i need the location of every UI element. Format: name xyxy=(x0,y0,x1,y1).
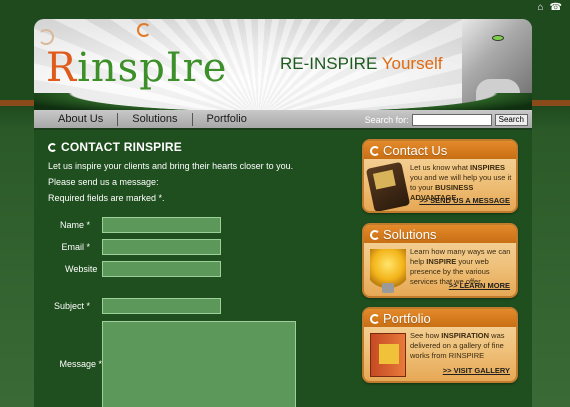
solutions-card[interactable]: Solutions Learn how many ways we can hel… xyxy=(362,223,518,298)
lightbulb-icon xyxy=(370,249,406,293)
logo-swirl-icon-2 xyxy=(137,23,151,37)
email-label: Email * xyxy=(61,242,90,252)
contact-intro: Let us inspire your clients and bring th… xyxy=(48,161,294,171)
card-title: Portfolio xyxy=(370,311,431,326)
portfolio-text: See how INSPIRATION was delivered on a g… xyxy=(410,331,514,361)
nav-items: About Us Solutions Portfolio xyxy=(44,113,261,126)
top-utility-icons: ⌂ ☎ xyxy=(537,3,562,13)
nav-item-solutions[interactable]: Solutions xyxy=(118,113,193,126)
logo-text: inspIre xyxy=(77,45,228,91)
phone-icon[interactable]: ☎ xyxy=(550,3,562,13)
message-label: Message * xyxy=(59,359,102,369)
spiral-icon xyxy=(370,145,380,156)
site-logo[interactable]: RinspIre xyxy=(46,45,227,91)
contact-us-title: Contact Us xyxy=(383,143,448,158)
tagline-main: RE-INSPIRE xyxy=(280,54,378,73)
send-message-link[interactable]: >> SEND US A MESSAGE xyxy=(419,196,510,205)
nav-item-portfolio[interactable]: Portfolio xyxy=(193,113,261,126)
portfolio-card[interactable]: Portfolio See how INSPIRATION was delive… xyxy=(362,307,518,383)
contact-section: CONTACT RINSPIRE Let us inspire your cli… xyxy=(48,140,348,203)
card-title: Solutions xyxy=(370,227,436,242)
logo-letter-r: R xyxy=(46,45,78,91)
portrait-eye xyxy=(492,35,504,41)
search-box: Search for: Search xyxy=(365,114,528,126)
visit-gallery-link[interactable]: >> VISIT GALLERY xyxy=(443,366,510,375)
search-label: Search for: xyxy=(364,115,409,125)
spiral-icon xyxy=(370,229,380,240)
phone-icon xyxy=(365,161,411,211)
subject-label: Subject * xyxy=(53,301,90,311)
search-input[interactable] xyxy=(411,114,492,126)
tagline-accent: Yourself xyxy=(381,54,443,73)
portfolio-title: Portfolio xyxy=(383,311,431,326)
required-note: Required fields are marked *. xyxy=(48,193,165,203)
search-button[interactable]: Search xyxy=(494,114,528,126)
nav-item-about-us[interactable]: About Us xyxy=(44,113,119,126)
card-text-part: Let us know what xyxy=(410,163,471,172)
message-field[interactable] xyxy=(102,321,296,407)
home-icon[interactable]: ⌂ xyxy=(537,3,543,13)
contact-instruction: Please send us a message: xyxy=(48,177,159,187)
card-text-part: See how xyxy=(410,331,442,340)
card-text-bold: INSPIRES xyxy=(470,163,506,172)
learn-more-link[interactable]: >> LEARN MORE xyxy=(449,281,510,290)
email-field[interactable] xyxy=(102,239,221,255)
main-content: CONTACT RINSPIRE Let us inspire your cli… xyxy=(34,130,532,407)
contact-title: CONTACT RINSPIRE xyxy=(61,140,182,154)
spiral-icon xyxy=(48,142,57,152)
website-field[interactable] xyxy=(102,261,221,277)
subject-field[interactable] xyxy=(102,298,221,314)
contact-heading: CONTACT RINSPIRE xyxy=(48,140,348,154)
main-navigation: About Us Solutions Portfolio Search for:… xyxy=(34,110,532,130)
solutions-title: Solutions xyxy=(383,227,437,242)
logo-swirl-icon xyxy=(38,29,54,45)
book-icon xyxy=(370,333,406,377)
contact-us-card[interactable]: Contact Us Let us know what INSPIRES you… xyxy=(362,139,518,213)
spiral-icon xyxy=(370,313,380,324)
card-text-bold: INSPIRATION xyxy=(441,331,490,340)
name-label: Name * xyxy=(59,220,90,230)
header-tagline: RE-INSPIRE Yourself xyxy=(280,54,443,74)
card-text-bold: INSPIRE xyxy=(426,257,457,266)
name-field[interactable] xyxy=(102,217,221,233)
card-title: Contact Us xyxy=(370,143,447,158)
